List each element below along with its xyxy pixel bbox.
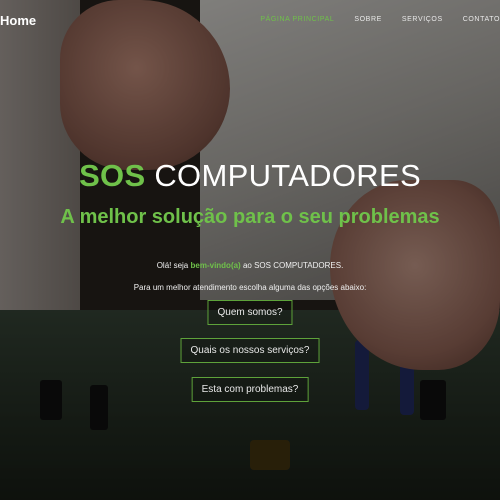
brand-home-link[interactable]: Home (0, 13, 36, 28)
welcome-highlight: bem-vindo(a) (190, 261, 241, 270)
nav-item-sobre[interactable]: SOBRE (354, 16, 382, 23)
page-title: SOS COMPUTADORES (0, 158, 500, 194)
services-button[interactable]: Quais os nossos serviços? (180, 338, 320, 363)
problems-button[interactable]: Esta com problemas? (191, 377, 309, 402)
hero-background-image (0, 0, 500, 500)
navbar: Home PÁGINA PRINCIPAL SOBRE SERVIÇOS CON… (0, 0, 500, 44)
nav-menu: PÁGINA PRINCIPAL SOBRE SERVIÇOS CONTATO (240, 16, 500, 23)
welcome-pre: Olá! seja (156, 261, 189, 270)
title-rest: COMPUTADORES (154, 158, 421, 193)
title-accent: SOS (79, 158, 146, 193)
nav-item-contato[interactable]: CONTATO (463, 16, 500, 23)
page-subtitle: A melhor solução para o seu problemas (60, 206, 440, 228)
welcome-post: ao SOS COMPUTADORES. (242, 261, 344, 270)
welcome-text: Olá! seja bem-vindo(a) ao SOS COMPUTADOR… (0, 261, 500, 270)
about-button[interactable]: Quem somos? (207, 300, 293, 325)
choose-option-text: Para um melhor atendimento escolha algum… (133, 283, 367, 292)
nav-item-servicos[interactable]: SERVIÇOS (402, 16, 443, 23)
nav-item-pagina-principal[interactable]: PÁGINA PRINCIPAL (260, 16, 334, 23)
